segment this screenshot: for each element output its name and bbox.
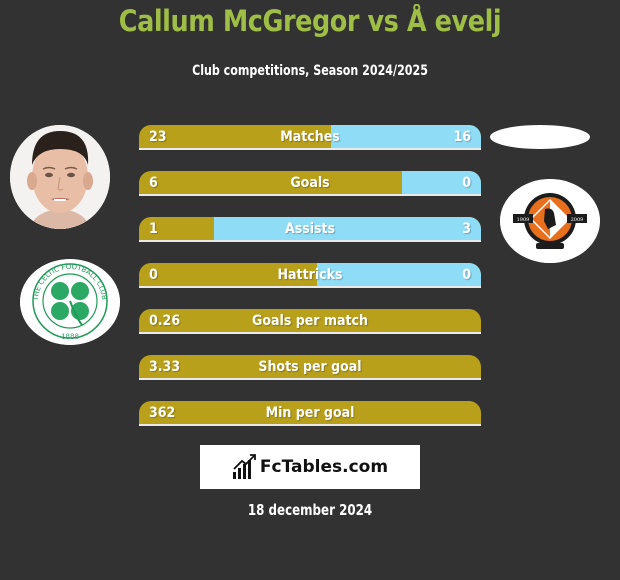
stat-bar-min-per-goal: 362 Min per goal [139,401,481,426]
stat-label: Goals per match [252,313,368,329]
stat-bar-hattricks: 0 Hattricks 0 [139,263,481,288]
right-value: 3 [462,221,471,237]
stat-label: Shots per goal [258,359,362,375]
svg-text:1888: 1888 [61,333,79,341]
stat-bar-goals: 6 Goals 0 [139,171,481,196]
page-title: Callum McGregor vs Å evelj [118,4,502,38]
page-subtitle: Club competitions, Season 2024/2025 [192,63,428,79]
right-player-photo [490,125,590,149]
svg-text:1909: 1909 [517,217,530,223]
celtic-crest-icon: 1888 THE CELTIC FOOTBALL CLUB [20,259,120,345]
stat-bar-shots-per-goal: 3.33 Shots per goal [139,355,481,380]
stat-label: Goals [290,175,330,191]
player-face-icon [10,125,110,229]
stat-label: Hattricks [277,267,343,283]
svg-text:2009: 2009 [571,217,584,223]
report-date: 18 december 2024 [247,501,373,519]
right-value: 16 [453,129,471,145]
stat-bar-assists: 1 Assists 3 [139,217,481,242]
stat-bar-matches: 23 Matches 16 [139,125,481,150]
right-value: 0 [462,175,471,191]
logo-text: FcTables.com [259,457,389,477]
left-player-photo [10,125,110,229]
stat-label: Matches [280,129,340,145]
bar-chart-icon [232,454,256,479]
left-club-crest: 1888 THE CELTIC FOOTBALL CLUB [20,259,120,345]
right-club-crest: 1909 2009 [500,179,600,263]
dundee-united-crest-icon: 1909 2009 [500,179,600,263]
stat-bar-goals-per-match: 0.26 Goals per match [139,309,481,334]
stat-label: Assists [284,221,336,237]
stat-label: Min per goal [265,405,355,421]
fctables-logo[interactable]: FcTables.com [200,445,420,489]
right-value: 0 [462,267,471,283]
